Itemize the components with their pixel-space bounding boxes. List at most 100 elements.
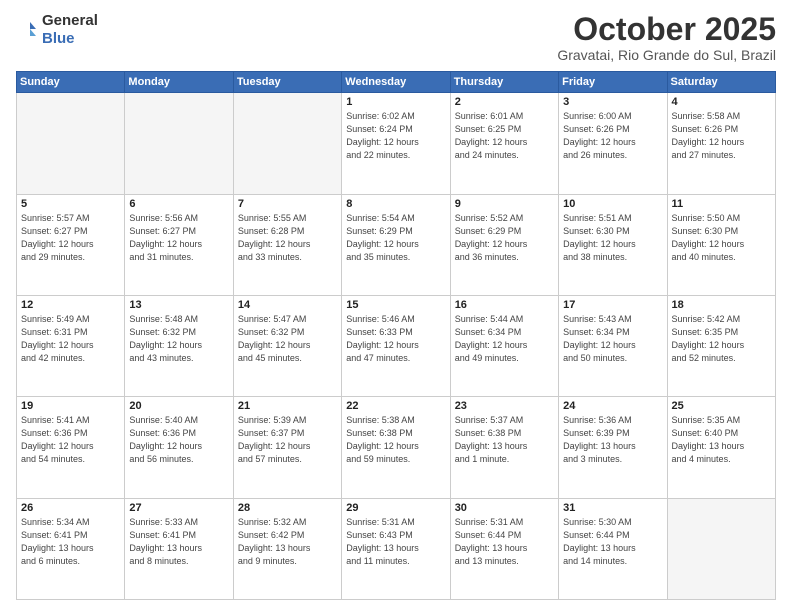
day-info: Sunrise: 5:41 AM Sunset: 6:36 PM Dayligh…	[21, 414, 120, 466]
day-info: Sunrise: 5:34 AM Sunset: 6:41 PM Dayligh…	[21, 516, 120, 568]
day-number: 29	[346, 502, 445, 514]
table-row: 28Sunrise: 5:32 AM Sunset: 6:42 PM Dayli…	[233, 498, 341, 599]
calendar-week-row: 19 Sunrise: 5:41 AM Sunset: 6:36 PM Dayli…	[17, 397, 776, 498]
table-row: 3 Sunrise: 6:00 AM Sunset: 6:26 PM Daylig…	[559, 93, 667, 194]
day-info: Sunrise: 6:02 AM Sunset: 6:24 PM Dayligh…	[346, 110, 445, 162]
day-info: Sunrise: 5:31 AM Sunset: 6:43 PM Dayligh…	[346, 516, 445, 568]
header-friday: Friday	[559, 72, 667, 93]
day-number: 14	[238, 299, 337, 311]
table-row: 1 Sunrise: 6:02 AM Sunset: 6:24 PM Daylig…	[342, 93, 450, 194]
calendar-week-row: 1 Sunrise: 6:02 AM Sunset: 6:24 PM Daylig…	[17, 93, 776, 194]
day-number: 9	[455, 198, 554, 210]
day-number: 13	[129, 299, 228, 311]
table-row	[667, 498, 775, 599]
day-number: 26	[21, 502, 120, 514]
day-info: Sunrise: 5:47 AM Sunset: 6:32 PM Dayligh…	[238, 313, 337, 365]
calendar-table: Sunday Monday Tuesday Wednesday Thursday…	[16, 71, 776, 600]
table-row: 8Sunrise: 5:54 AM Sunset: 6:29 PM Daylig…	[342, 194, 450, 295]
table-row: 10 Sunrise: 5:51 AM Sunset: 6:30 PM Dayli…	[559, 194, 667, 295]
calendar-week-row: 12 Sunrise: 5:49 AM Sunset: 6:31 PM Dayli…	[17, 295, 776, 396]
day-number: 23	[455, 400, 554, 412]
header-sunday: Sunday	[17, 72, 125, 93]
day-info: Sunrise: 5:56 AM Sunset: 6:27 PM Dayligh…	[129, 212, 228, 264]
calendar-title: October 2025	[557, 12, 776, 47]
table-row: 6 Sunrise: 5:56 AM Sunset: 6:27 PM Daylig…	[125, 194, 233, 295]
day-info: Sunrise: 5:43 AM Sunset: 6:34 PM Dayligh…	[563, 313, 662, 365]
day-info: Sunrise: 5:52 AM Sunset: 6:29 PM Dayligh…	[455, 212, 554, 264]
day-info: Sunrise: 6:00 AM Sunset: 6:26 PM Dayligh…	[563, 110, 662, 162]
header: General Blue October 2025 Gravatai, Rio …	[16, 12, 776, 63]
day-info: Sunrise: 5:40 AM Sunset: 6:36 PM Dayligh…	[129, 414, 228, 466]
day-info: Sunrise: 5:49 AM Sunset: 6:31 PM Dayligh…	[21, 313, 120, 365]
table-row: 7 Sunrise: 5:55 AM Sunset: 6:28 PM Daylig…	[233, 194, 341, 295]
day-info: Sunrise: 5:46 AM Sunset: 6:33 PM Dayligh…	[346, 313, 445, 365]
table-row	[125, 93, 233, 194]
day-number: 31	[563, 502, 662, 514]
table-row: 4 Sunrise: 5:58 AM Sunset: 6:26 PM Daylig…	[667, 93, 775, 194]
day-info: Sunrise: 5:31 AM Sunset: 6:44 PM Dayligh…	[455, 516, 554, 568]
day-number: 17	[563, 299, 662, 311]
table-row	[233, 93, 341, 194]
day-info: Sunrise: 5:32 AM Sunset: 6:42 PM Dayligh…	[238, 516, 337, 568]
table-row: 16 Sunrise: 5:44 AM Sunset: 6:34 PM Dayli…	[450, 295, 558, 396]
calendar-location: Gravatai, Rio Grande do Sul, Brazil	[557, 47, 776, 63]
day-number: 10	[563, 198, 662, 210]
table-row: 12 Sunrise: 5:49 AM Sunset: 6:31 PM Dayli…	[17, 295, 125, 396]
day-number: 11	[672, 198, 771, 210]
day-number: 19	[21, 400, 120, 412]
table-row: 27 Sunrise: 5:33 AM Sunset: 6:41 PM Dayli…	[125, 498, 233, 599]
day-info: Sunrise: 5:44 AM Sunset: 6:34 PM Dayligh…	[455, 313, 554, 365]
day-number: 21	[238, 400, 337, 412]
day-number: 4	[672, 96, 771, 108]
table-row: 14 Sunrise: 5:47 AM Sunset: 6:32 PM Dayli…	[233, 295, 341, 396]
day-number: 27	[129, 502, 228, 514]
day-info: Sunrise: 5:42 AM Sunset: 6:35 PM Dayligh…	[672, 313, 771, 365]
day-number: 25	[672, 400, 771, 412]
day-number: 1	[346, 96, 445, 108]
day-number: 15	[346, 299, 445, 311]
day-info: Sunrise: 5:55 AM Sunset: 6:28 PM Dayligh…	[238, 212, 337, 264]
logo-blue-text: Blue	[42, 30, 75, 47]
day-info: Sunrise: 5:30 AM Sunset: 6:44 PM Dayligh…	[563, 516, 662, 568]
day-info: Sunrise: 5:50 AM Sunset: 6:30 PM Dayligh…	[672, 212, 771, 264]
day-info: Sunrise: 5:38 AM Sunset: 6:38 PM Dayligh…	[346, 414, 445, 466]
day-number: 16	[455, 299, 554, 311]
table-row: 5Sunrise: 5:57 AM Sunset: 6:27 PM Daylig…	[17, 194, 125, 295]
table-row: 18Sunrise: 5:42 AM Sunset: 6:35 PM Dayli…	[667, 295, 775, 396]
day-number: 8	[346, 198, 445, 210]
table-row: 2Sunrise: 6:01 AM Sunset: 6:25 PM Daylig…	[450, 93, 558, 194]
table-row: 23 Sunrise: 5:37 AM Sunset: 6:38 PM Dayli…	[450, 397, 558, 498]
header-wednesday: Wednesday	[342, 72, 450, 93]
table-row: 20 Sunrise: 5:40 AM Sunset: 6:36 PM Dayli…	[125, 397, 233, 498]
table-row: 9 Sunrise: 5:52 AM Sunset: 6:29 PM Daylig…	[450, 194, 558, 295]
day-info: Sunrise: 5:51 AM Sunset: 6:30 PM Dayligh…	[563, 212, 662, 264]
day-number: 20	[129, 400, 228, 412]
logo: General Blue	[16, 12, 98, 48]
day-info: Sunrise: 5:35 AM Sunset: 6:40 PM Dayligh…	[672, 414, 771, 466]
day-info: Sunrise: 5:36 AM Sunset: 6:39 PM Dayligh…	[563, 414, 662, 466]
table-row: 21 Sunrise: 5:39 AM Sunset: 6:37 PM Dayli…	[233, 397, 341, 498]
table-row: 11 Sunrise: 5:50 AM Sunset: 6:30 PM Dayli…	[667, 194, 775, 295]
day-info: Sunrise: 6:01 AM Sunset: 6:25 PM Dayligh…	[455, 110, 554, 162]
logo-icon	[16, 19, 38, 41]
logo-general-text: General	[42, 12, 98, 29]
day-number: 6	[129, 198, 228, 210]
table-row: 19 Sunrise: 5:41 AM Sunset: 6:36 PM Dayli…	[17, 397, 125, 498]
day-number: 12	[21, 299, 120, 311]
day-info: Sunrise: 5:58 AM Sunset: 6:26 PM Dayligh…	[672, 110, 771, 162]
day-info: Sunrise: 5:33 AM Sunset: 6:41 PM Dayligh…	[129, 516, 228, 568]
title-block: October 2025 Gravatai, Rio Grande do Sul…	[557, 12, 776, 63]
day-number: 3	[563, 96, 662, 108]
header-tuesday: Tuesday	[233, 72, 341, 93]
day-number: 7	[238, 198, 337, 210]
day-number: 5	[21, 198, 120, 210]
day-info: Sunrise: 5:39 AM Sunset: 6:37 PM Dayligh…	[238, 414, 337, 466]
header-monday: Monday	[125, 72, 233, 93]
day-info: Sunrise: 5:37 AM Sunset: 6:38 PM Dayligh…	[455, 414, 554, 466]
day-info: Sunrise: 5:48 AM Sunset: 6:32 PM Dayligh…	[129, 313, 228, 365]
header-thursday: Thursday	[450, 72, 558, 93]
table-row: 15 Sunrise: 5:46 AM Sunset: 6:33 PM Dayli…	[342, 295, 450, 396]
table-row: 17 Sunrise: 5:43 AM Sunset: 6:34 PM Dayli…	[559, 295, 667, 396]
table-row: 22Sunrise: 5:38 AM Sunset: 6:38 PM Dayli…	[342, 397, 450, 498]
table-row: 13 Sunrise: 5:48 AM Sunset: 6:32 PM Dayli…	[125, 295, 233, 396]
